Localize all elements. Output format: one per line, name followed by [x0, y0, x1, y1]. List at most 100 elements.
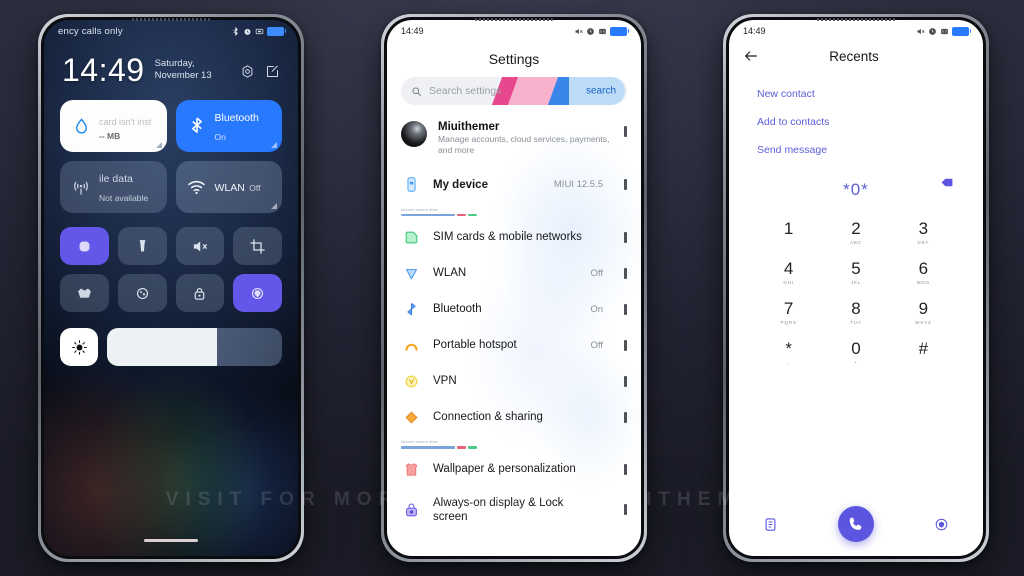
key-star[interactable]: *,	[755, 334, 822, 369]
list-item[interactable]: Bluetooth On	[387, 291, 641, 327]
key-2[interactable]: 2 ABC	[822, 214, 889, 249]
home-indicator[interactable]	[144, 539, 198, 542]
list-item[interactable]: SIM cards & mobile networks	[387, 219, 641, 255]
key-1[interactable]: 1	[755, 214, 822, 249]
action-new-contact[interactable]: New contact	[757, 80, 983, 108]
call-button[interactable]	[838, 506, 874, 542]
tile-expand-corner-icon[interactable]	[155, 142, 162, 148]
section-label: Internet secure ation	[401, 440, 438, 445]
dialer-actions: New contact Add to contacts Send message	[729, 74, 983, 164]
key-3[interactable]: 3 DEF	[890, 214, 957, 249]
auto-brightness-button[interactable]	[60, 328, 98, 366]
edit-icon[interactable]	[265, 64, 280, 79]
key-0-number: 0	[851, 339, 861, 358]
key-6-letters: MNO	[916, 280, 930, 285]
tile-lock[interactable]	[175, 274, 225, 312]
key-7[interactable]: 7 PQRS	[755, 294, 822, 329]
dialer-bottom-bar	[729, 502, 983, 556]
screenshot-icon	[941, 28, 948, 34]
key-5[interactable]: 5 JKL	[822, 254, 889, 289]
silent-icon	[255, 28, 264, 34]
chevron-icon	[624, 504, 627, 516]
list-item[interactable]: Always-on display & Lock screen	[387, 488, 641, 533]
phone3-bezel: 14:49 Recents New contact Add to contact…	[726, 17, 986, 559]
key-0[interactable]: 0 +	[822, 334, 889, 369]
screenshot-icon	[599, 28, 606, 34]
wifi-icon	[186, 176, 208, 198]
settings-gear-icon[interactable]	[240, 64, 255, 79]
tile-data-usage[interactable]: card isn't inst -- MB	[60, 100, 167, 152]
tile-reading-mode[interactable]	[60, 274, 109, 312]
key-4[interactable]: 4 GHI	[755, 254, 822, 289]
alarm-icon	[929, 27, 936, 35]
key-3-number: 3	[918, 219, 929, 238]
chevron-icon	[624, 339, 627, 351]
bluetooth-icon	[186, 115, 208, 137]
list-item[interactable]: My device MIUI 12.5.5	[387, 167, 641, 203]
key-9[interactable]: 9 WXYZ	[890, 294, 957, 329]
dnd-icon	[79, 241, 90, 251]
list-item[interactable]: Portable hotspot Off	[387, 327, 641, 363]
reading-mode-icon	[78, 288, 91, 298]
wallpaper-shirt-icon	[401, 460, 421, 480]
tile-ultra-battery[interactable]	[117, 274, 167, 312]
tile-mobile-data[interactable]: ile data Not available	[60, 161, 167, 213]
key-4-number: 4	[783, 259, 794, 278]
search-icon	[412, 86, 421, 96]
tile-flashlight[interactable]	[117, 227, 167, 265]
key-5-letters: JKL	[850, 280, 862, 285]
key-8[interactable]: 8 TUV	[822, 294, 889, 329]
shield-icon[interactable]	[934, 517, 949, 532]
phone3-statusbar: 14:49	[729, 20, 983, 42]
tile-dnd[interactable]	[60, 227, 109, 265]
tile-expand-corner-icon[interactable]	[271, 142, 277, 148]
key-hash[interactable]: #	[890, 334, 957, 369]
brightness-slider[interactable]	[107, 328, 282, 366]
chevron-icon	[624, 411, 627, 423]
tile-screenshot[interactable]	[233, 227, 282, 265]
tile-location[interactable]	[233, 274, 282, 312]
phone1-statusbar: ency calls only	[44, 20, 298, 42]
quick-tiles-small	[44, 213, 298, 312]
list-item[interactable]: Connection & sharing	[387, 399, 641, 435]
tile-wlan[interactable]: WLAN Off	[175, 161, 282, 213]
statusbar-time: 14:49	[743, 26, 766, 36]
mute-icon	[194, 241, 208, 251]
tile-expand-corner-icon[interactable]	[271, 203, 277, 209]
backspace-icon[interactable]	[939, 176, 955, 194]
search-placeholder: Search settings	[429, 85, 502, 97]
tile-bluetooth[interactable]: Bluetooth On	[175, 100, 282, 152]
clock-date: Saturday, November 13	[154, 58, 212, 81]
battery-icon	[610, 26, 629, 36]
sim-card-icon	[401, 227, 421, 247]
search-badge-label: search	[585, 85, 616, 97]
dialed-number[interactable]: *0*	[843, 180, 869, 200]
action-send-message[interactable]: Send message	[757, 136, 983, 164]
tile-bluetooth-text: Bluetooth On	[215, 107, 273, 145]
dialer-header: Recents	[729, 42, 983, 74]
phone-control-center: ency calls only 14:49 Saturday, November…	[38, 14, 304, 562]
screenshot-icon	[250, 238, 265, 254]
tile-bluetooth-sub: On	[214, 132, 226, 142]
key-6[interactable]: 6 MNO	[890, 254, 957, 289]
list-item[interactable]: Wallpaper & personalization	[387, 452, 641, 488]
page-title: Settings	[488, 51, 540, 67]
key-hash-number: #	[918, 339, 929, 358]
call-icon	[849, 517, 862, 530]
account-row[interactable]: Miuithemer Manage accounts, cloud servic…	[387, 111, 641, 167]
chevron-icon	[624, 267, 627, 279]
search-input[interactable]: Search settings search	[401, 77, 627, 105]
dialpad: 1 2 ABC 3 DEF 4 GHI 5 JKL 6 MNO 7 PQRS 8 TUV 9 W…	[729, 206, 983, 369]
tile-data-usage-title: card isn't inst	[99, 117, 152, 128]
action-add-to-contacts[interactable]: Add to contacts	[757, 108, 983, 136]
page-title: Recents	[829, 48, 879, 64]
list-item[interactable]: VPN	[387, 363, 641, 399]
tile-wlan-text: WLAN Off	[215, 177, 261, 196]
bluetooth-icon	[233, 26, 238, 36]
list-item[interactable]: WLAN Off	[387, 255, 641, 291]
section-label: Internet secure ation	[401, 207, 438, 212]
tile-mute[interactable]	[175, 227, 225, 265]
list-item-label: Bluetooth	[433, 302, 482, 315]
contacts-list-icon[interactable]	[763, 517, 778, 532]
list-item-value: Off	[590, 267, 604, 279]
